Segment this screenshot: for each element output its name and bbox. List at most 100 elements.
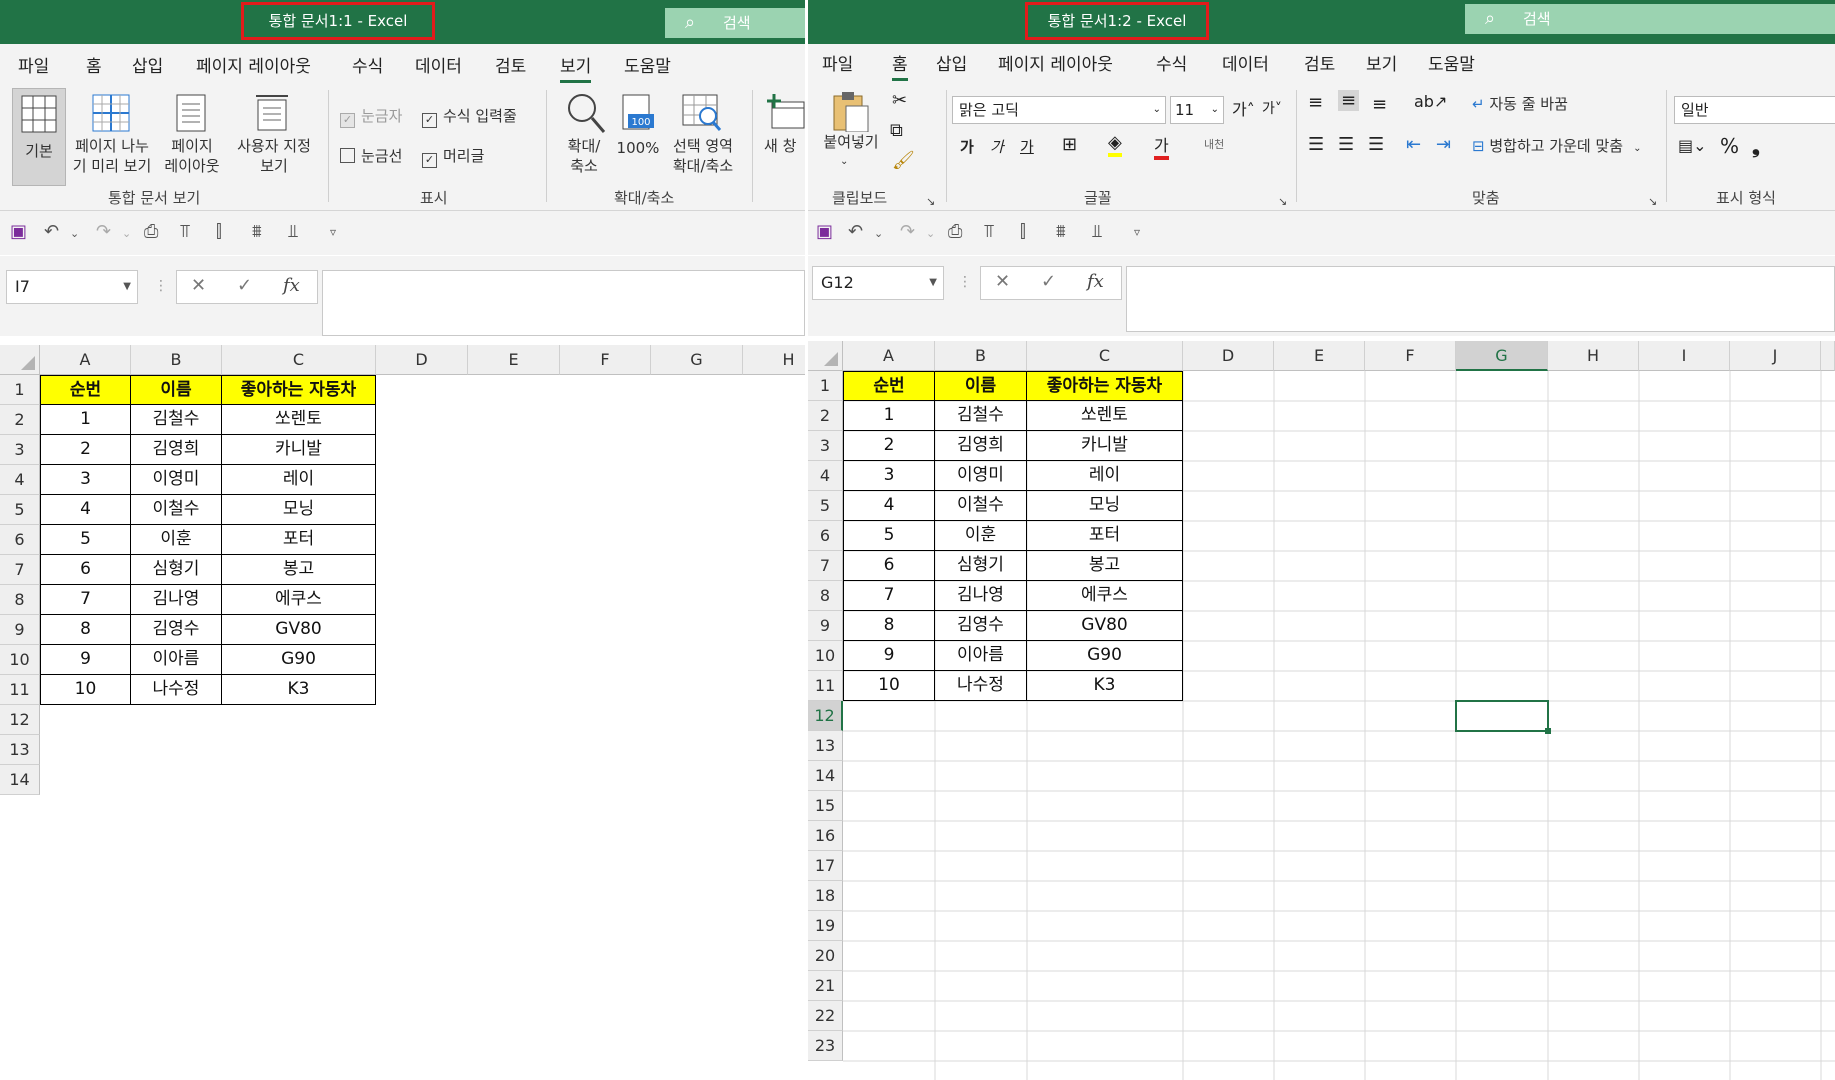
column-header-h[interactable]: H	[743, 345, 805, 375]
align-center-icon[interactable]: ☰	[1338, 134, 1354, 155]
tab-help[interactable]: 도움말	[624, 52, 671, 77]
worksheet-grid[interactable]: A B C D E F G H 1 2 3 4 5 6 7 8 9 10 11 12 13 14 순번 이름 좋아하는 자동차 1…	[0, 345, 805, 795]
table-cell[interactable]: 9	[843, 641, 935, 671]
table-cell[interactable]: 4	[40, 495, 131, 525]
table-cell[interactable]: 이철수	[935, 491, 1027, 521]
redo-dropdown-icon[interactable]: ⌄	[122, 227, 131, 240]
enter-icon[interactable]: ✓	[237, 275, 252, 296]
table-cell[interactable]: 9	[40, 645, 131, 675]
undo-icon[interactable]: ↶	[848, 221, 863, 242]
tab-data[interactable]: 데이터	[415, 52, 462, 77]
table-cell[interactable]: 레이	[222, 465, 376, 495]
borders-icon[interactable]: ⊞	[1062, 134, 1077, 155]
row-header-6[interactable]: 6	[0, 525, 40, 555]
distribute-icon[interactable]: ⩩	[252, 221, 262, 242]
table-header-cell[interactable]: 순번	[40, 375, 131, 405]
column-header-b[interactable]: B	[935, 341, 1027, 371]
column-header-c[interactable]: C	[1027, 341, 1183, 371]
table-header-cell[interactable]: 이름	[935, 371, 1027, 401]
table-cell[interactable]: 6	[40, 555, 131, 585]
table-cell[interactable]: 봉고	[1027, 551, 1183, 581]
undo-dropdown-icon[interactable]: ⌄	[874, 227, 883, 240]
row-header-5[interactable]: 5	[808, 491, 843, 521]
format-painter-icon[interactable]: 🖌	[892, 150, 915, 171]
customize-qat-icon[interactable]: ▿	[1134, 225, 1140, 239]
table-cell[interactable]: 나수정	[131, 675, 222, 705]
column-header-e[interactable]: E	[468, 345, 560, 375]
row-header-9[interactable]: 9	[0, 615, 40, 645]
normal-view-button[interactable]: 기본	[12, 88, 66, 186]
insert-function-icon[interactable]: fx	[1087, 271, 1104, 292]
redo-icon[interactable]: ↷	[96, 221, 111, 242]
column-header-g[interactable]: G	[1456, 341, 1548, 371]
table-cell[interactable]: 김나영	[935, 581, 1027, 611]
table-cell[interactable]: 8	[843, 611, 935, 641]
table-cell[interactable]: 4	[843, 491, 935, 521]
font-size-dropdown[interactable]: 11 ⌄	[1170, 96, 1224, 124]
font-color-icon[interactable]: 가	[1154, 132, 1169, 160]
table-cell[interactable]: 카니발	[1027, 431, 1183, 461]
row-header-12[interactable]: 12	[0, 705, 40, 735]
table-cell[interactable]: K3	[222, 675, 376, 705]
column-header-d[interactable]: D	[376, 345, 468, 375]
name-box[interactable]: G12 ▼	[812, 266, 944, 300]
row-header-3[interactable]: 3	[808, 431, 843, 461]
row-header-20[interactable]: 20	[808, 941, 843, 971]
column-header-d[interactable]: D	[1183, 341, 1274, 371]
select-all-corner[interactable]	[808, 341, 843, 371]
row-header-18[interactable]: 18	[808, 881, 843, 911]
enter-icon[interactable]: ✓	[1041, 271, 1056, 292]
table-cell[interactable]: 이철수	[131, 495, 222, 525]
search-box[interactable]: ⌕ 검색	[1465, 4, 1835, 34]
row-header-22[interactable]: 22	[808, 1001, 843, 1031]
table-cell[interactable]: 1	[40, 405, 131, 435]
customize-qat-icon[interactable]: ▿	[330, 225, 336, 239]
table-header-cell[interactable]: 좋아하는 자동차	[1027, 371, 1183, 401]
table-cell[interactable]: 3	[843, 461, 935, 491]
column-header-b[interactable]: B	[131, 345, 222, 375]
undo-icon[interactable]: ↶	[44, 221, 59, 242]
row-header-3[interactable]: 3	[0, 435, 40, 465]
table-cell[interactable]: 이훈	[131, 525, 222, 555]
column-header-c[interactable]: C	[222, 345, 376, 375]
table-cell[interactable]: 10	[843, 671, 935, 701]
wrap-text-button[interactable]: ↵ 자동 줄 바꿈	[1472, 94, 1568, 114]
row-header-17[interactable]: 17	[808, 851, 843, 881]
table-cell[interactable]: 카니발	[222, 435, 376, 465]
tab-review[interactable]: 검토	[1304, 50, 1335, 75]
row-header-16[interactable]: 16	[808, 821, 843, 851]
column-header-a[interactable]: A	[843, 341, 935, 371]
align-top-icon[interactable]: ⫪	[180, 221, 190, 242]
align-middle-icon[interactable]: ⫿	[216, 221, 222, 242]
column-header-a[interactable]: A	[40, 345, 131, 375]
row-header-5[interactable]: 5	[0, 495, 40, 525]
save-icon[interactable]: ▣	[816, 221, 833, 242]
underline-icon[interactable]: 가	[1020, 136, 1034, 157]
table-cell[interactable]: 심형기	[131, 555, 222, 585]
column-header-f[interactable]: F	[1365, 341, 1456, 371]
table-cell[interactable]: 이아름	[131, 645, 222, 675]
align-middle-icon[interactable]: ⫿	[1020, 221, 1026, 242]
row-header-8[interactable]: 8	[808, 581, 843, 611]
search-box[interactable]: ⌕ 검색	[665, 8, 805, 38]
dialog-launcher-icon[interactable]: ↘	[1278, 195, 1287, 208]
table-cell[interactable]: 이영미	[131, 465, 222, 495]
table-cell[interactable]: 김영수	[935, 611, 1027, 641]
decrease-indent-icon[interactable]: ⇤	[1406, 134, 1421, 155]
table-cell[interactable]: 1	[843, 401, 935, 431]
number-format-dropdown[interactable]: 일반	[1674, 96, 1835, 124]
row-header-6[interactable]: 6	[808, 521, 843, 551]
cancel-icon[interactable]: ✕	[191, 275, 206, 296]
table-cell[interactable]: G90	[1027, 641, 1183, 671]
font-name-dropdown[interactable]: 맑은 고딕 ⌄	[952, 96, 1166, 124]
row-header-9[interactable]: 9	[808, 611, 843, 641]
table-cell[interactable]: 모닝	[222, 495, 376, 525]
redo-dropdown-icon[interactable]: ⌄	[926, 227, 935, 240]
decrease-font-icon[interactable]: 가˅	[1262, 98, 1282, 118]
table-cell[interactable]: GV80	[1027, 611, 1183, 641]
table-cell[interactable]: 이훈	[935, 521, 1027, 551]
formula-bar-checkbox[interactable]: ✓ 수식 입력줄	[422, 106, 517, 128]
increase-indent-icon[interactable]: ⇥	[1436, 134, 1451, 155]
row-header-15[interactable]: 15	[808, 791, 843, 821]
align-bottom-icon[interactable]: ≡	[1372, 94, 1387, 115]
